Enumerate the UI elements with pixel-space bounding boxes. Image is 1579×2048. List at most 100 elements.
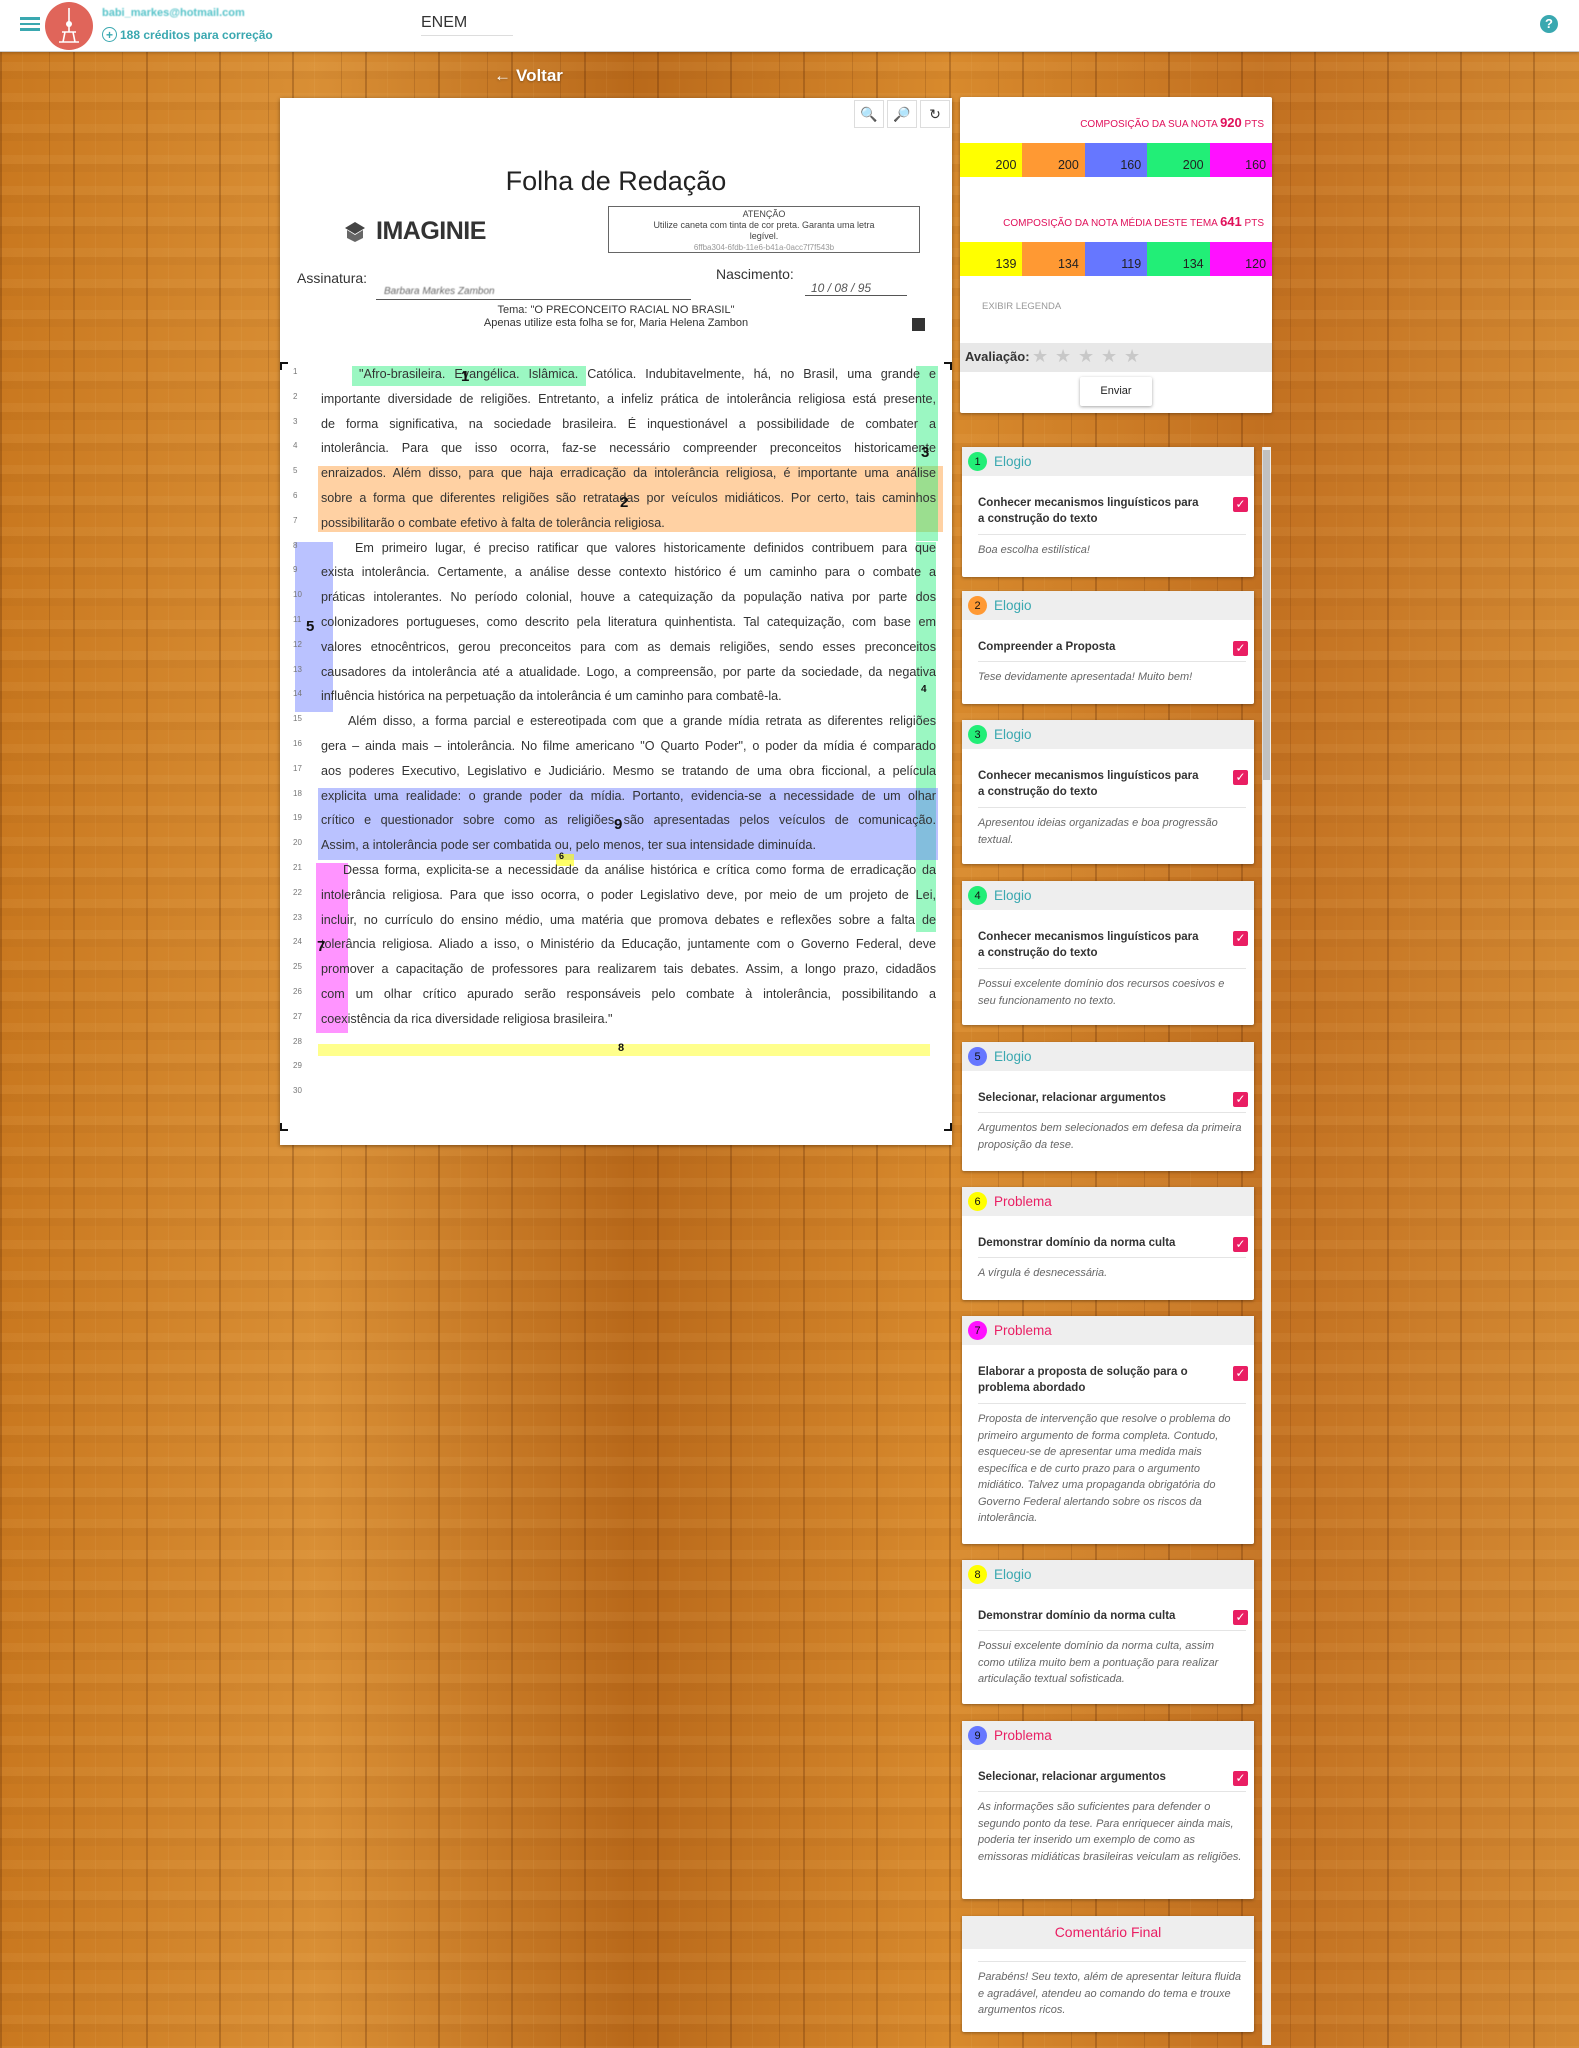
feedback-card-2[interactable]: 2 Elogio Compreender a Proposta ✓ Tese de…: [962, 591, 1254, 704]
feedback-number: 7: [968, 1321, 987, 1340]
feedback-card-3[interactable]: 3 Elogio Conhecer mecanismos linguísticos…: [962, 720, 1254, 864]
line-text: enraizados. Além disso, para que haja er…: [321, 466, 936, 481]
menu-icon[interactable]: [20, 14, 40, 32]
avg-score-label: COMPOSIÇÃO DA NOTA MÉDIA DESTE TEMA 641 …: [1003, 214, 1264, 229]
birth-text: 10 / 08 / 95: [811, 281, 872, 295]
star-icon[interactable]: ★: [1078, 346, 1094, 367]
feedback-comment: Proposta de intervenção que resolve o pr…: [978, 1413, 1231, 1524]
star-icon[interactable]: ★: [1124, 346, 1140, 367]
line-number: 4: [293, 441, 298, 451]
competence-4-score: 200: [1147, 143, 1210, 177]
essay-line: 18 explicita uma realidade: o grande pode…: [280, 789, 952, 814]
line-number: 2: [293, 391, 298, 401]
feedback-type: Elogio: [994, 727, 1032, 742]
checkbox-checked-icon[interactable]: ✓: [1233, 1092, 1248, 1107]
feedback-card-6[interactable]: 6 Problema Demonstrar domínio da norma cu…: [962, 1187, 1254, 1300]
marker-7[interactable]: 7: [317, 938, 325, 955]
line-number: 25: [293, 962, 302, 972]
help-icon[interactable]: ?: [1540, 15, 1558, 33]
rotate-icon[interactable]: ↻: [920, 100, 950, 128]
feedback-comment: Possui excelente domínio dos recursos co…: [978, 978, 1225, 1007]
star-icon[interactable]: ★: [1101, 346, 1117, 367]
checkbox-checked-icon[interactable]: ✓: [1233, 1366, 1248, 1381]
checkbox-checked-icon[interactable]: ✓: [1233, 1610, 1248, 1625]
feedback-card-1[interactable]: 1 Elogio Conhecer mecanismos linguísticos…: [962, 447, 1254, 577]
avg-competence-3: 119: [1084, 242, 1148, 276]
marker-6[interactable]: 6: [559, 851, 564, 861]
feedback-type: Elogio: [994, 888, 1032, 903]
avatar[interactable]: [45, 2, 93, 50]
feedback-header: 6 Problema: [962, 1187, 1254, 1216]
line-number: 13: [293, 664, 302, 674]
avg-competence-1: 139: [960, 242, 1023, 276]
line-text: com um olhar crítico apurado serão respo…: [321, 987, 936, 1001]
arrow-left-icon: ←: [494, 66, 511, 85]
show-legend-link[interactable]: EXIBIR LEGENDA: [982, 301, 1061, 312]
line-number: 8: [293, 540, 298, 550]
zoom-in-icon[interactable]: 🔎: [887, 100, 917, 128]
line-number: 21: [293, 863, 302, 872]
marker-4[interactable]: 4: [921, 684, 927, 695]
divider: [978, 807, 1246, 808]
feedback-comment: Possui excelente domínio da norma culta,…: [978, 1640, 1219, 1685]
scrollbar-thumb[interactable]: [1263, 450, 1270, 780]
checkbox-checked-icon[interactable]: ✓: [1233, 641, 1248, 656]
checkbox-checked-icon[interactable]: ✓: [1233, 770, 1248, 785]
marker-1[interactable]: 1: [461, 368, 469, 385]
line-text: promover a capacitação de professores pa…: [321, 962, 936, 977]
feedback-card-7[interactable]: 7 Problema Elaborar a proposta de solução…: [962, 1316, 1254, 1544]
essay-line: 13 causadores da intolerância até a atual…: [280, 665, 952, 690]
essay-line: 4 intolerância. Para que isso ocorra, faz…: [280, 441, 952, 466]
line-text: intolerância religiosa. Para que isso oc…: [321, 887, 936, 902]
essay-line: 6 sobre a forma que diferentes religiões …: [280, 491, 952, 516]
line-number: 30: [293, 1086, 302, 1096]
line-number: 28: [293, 1036, 302, 1046]
line-number: 18: [293, 788, 302, 798]
feedback-criterion: Elaborar a proposta de solução para o pr…: [978, 1366, 1188, 1394]
exam-select[interactable]: ENEM: [421, 14, 513, 36]
send-rating-button[interactable]: Enviar: [1080, 377, 1152, 406]
checkbox-checked-icon[interactable]: ✓: [1233, 1237, 1248, 1252]
feedback-criterion: Demonstrar domínio da norma culta: [978, 1237, 1176, 1249]
feedback-number: 5: [968, 1047, 987, 1066]
feedback-card-9[interactable]: 9 Problema Selecionar, relacionar argumen…: [962, 1721, 1254, 1899]
divider: [978, 534, 1246, 535]
feedback-type: Elogio: [994, 1567, 1032, 1582]
line-text: colonizadores portugueses, como descrito…: [321, 615, 936, 629]
feedback-list[interactable]: 1 Elogio Conhecer mecanismos linguísticos…: [960, 444, 1271, 2048]
feedback-criterion: Conhecer mecanismos linguísticos para a …: [978, 931, 1199, 959]
avg-competence-2: 134: [1022, 242, 1085, 276]
feedback-card-5[interactable]: 5 Elogio Selecionar, relacionar argumento…: [962, 1042, 1254, 1171]
line-text: tolerância religiosa. Aliado a isso, o M…: [321, 937, 936, 952]
line-number: 10: [293, 590, 302, 600]
marker-5[interactable]: 5: [306, 618, 314, 635]
competence-1-score: 200: [960, 143, 1023, 177]
add-credits-icon[interactable]: +: [102, 27, 117, 42]
feedback-criterion: Conhecer mecanismos linguísticos para a …: [978, 497, 1199, 525]
avg-score-caption: COMPOSIÇÃO DA NOTA MÉDIA DESTE TEMA: [1003, 218, 1218, 229]
back-button[interactable]: ← Voltar: [494, 66, 563, 86]
line-text: influência histórica na perpetuação da i…: [321, 689, 782, 704]
checkbox-checked-icon[interactable]: ✓: [1233, 931, 1248, 946]
feedback-header: 5 Elogio: [962, 1042, 1254, 1071]
feedback-card-8[interactable]: 8 Elogio Demonstrar domínio da norma cult…: [962, 1560, 1254, 1704]
checkbox-checked-icon[interactable]: ✓: [1233, 1771, 1248, 1786]
feedback-card-4[interactable]: 4 Elogio Conhecer mecanismos linguísticos…: [962, 881, 1254, 1025]
line-number: 14: [293, 689, 302, 699]
line-number: 7: [293, 515, 298, 525]
line-number: 22: [293, 887, 302, 897]
marker-9[interactable]: 9: [614, 816, 622, 833]
zoom-out-icon[interactable]: 🔍: [854, 100, 884, 128]
line-number: 1: [293, 367, 298, 376]
user-email: babi_markes@hotmail.com: [102, 7, 245, 19]
marker-8[interactable]: 8: [618, 1042, 624, 1054]
star-icon[interactable]: ★: [1055, 346, 1071, 367]
checkbox-checked-icon[interactable]: ✓: [1233, 497, 1248, 512]
star-icon[interactable]: ★: [1032, 346, 1048, 367]
essay-line: 10 práticas intolerantes. No período colo…: [280, 590, 952, 615]
marker-2[interactable]: 2: [620, 494, 628, 511]
essay-line: 28: [280, 1037, 952, 1062]
marker-3[interactable]: 3: [921, 444, 929, 461]
divider: [978, 1961, 1246, 1962]
credits-link[interactable]: +188 créditos para correção: [102, 27, 273, 42]
